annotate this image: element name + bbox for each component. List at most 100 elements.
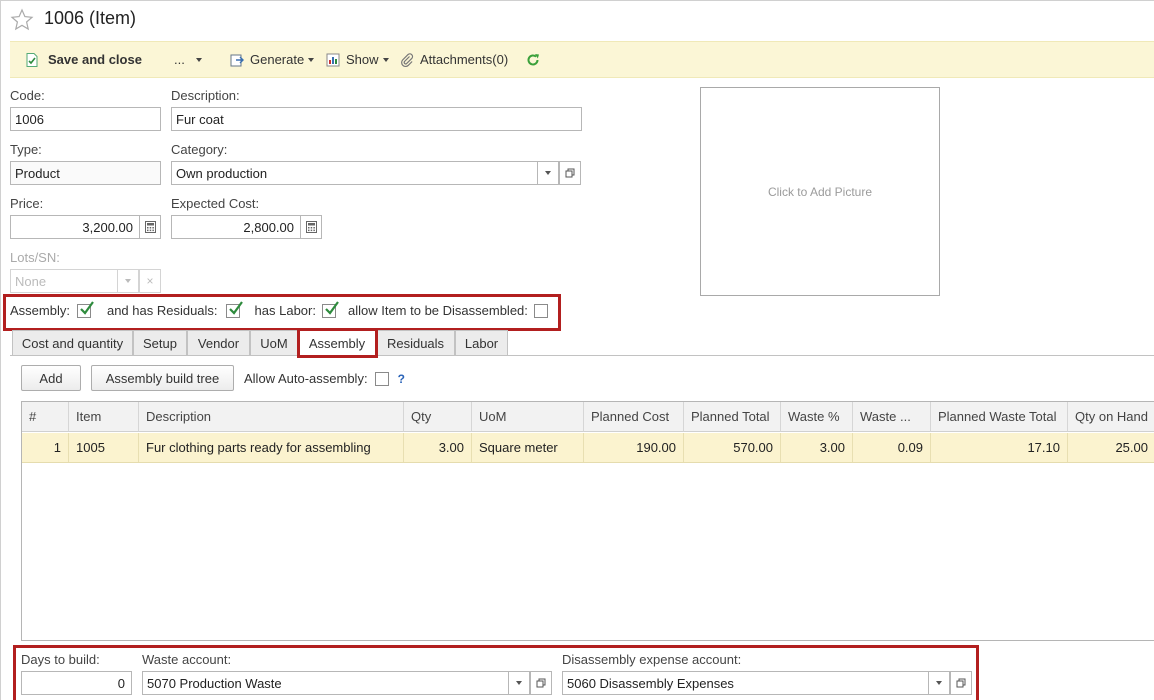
- category-open-button[interactable]: [559, 161, 581, 185]
- table-cell[interactable]: 25.00: [1068, 433, 1154, 462]
- close-icon: ×: [146, 274, 154, 288]
- tab-label: Cost and quantity: [21, 336, 124, 351]
- favorite-star-icon[interactable]: [10, 8, 34, 32]
- report-chart-icon: [326, 53, 340, 66]
- table-cell[interactable]: 1005: [69, 433, 139, 462]
- table-cell[interactable]: Fur clothing parts ready for assembling: [139, 433, 404, 462]
- tab-uom[interactable]: UoM: [250, 330, 298, 356]
- type-field[interactable]: Product: [10, 161, 161, 185]
- attachments-button[interactable]: Attachments(0): [399, 42, 508, 77]
- days-to-build-label: Days to build:: [21, 652, 100, 667]
- auto-assembly-row: Allow Auto-assembly: ?: [244, 371, 405, 386]
- picture-placeholder: Click to Add Picture: [767, 184, 873, 199]
- waste-account-dropdown-button[interactable]: [508, 671, 530, 695]
- column-header[interactable]: Planned Waste Total: [931, 402, 1068, 432]
- column-header[interactable]: Planned Total: [684, 402, 781, 432]
- price-calculator-button[interactable]: [139, 215, 161, 239]
- description-field[interactable]: Fur coat: [171, 107, 582, 131]
- auto-assembly-checkbox[interactable]: [374, 371, 389, 386]
- assembly-tab-highlight: [297, 328, 378, 358]
- allow-disassemble-label: allow Item to be Disassembled:: [347, 303, 528, 318]
- waste-account-open-button[interactable]: [530, 671, 552, 695]
- refresh-button[interactable]: [525, 42, 546, 77]
- description-label: Description:: [171, 88, 240, 103]
- tab-label: Setup: [143, 336, 177, 351]
- lots-sn-clear-button: ×: [139, 269, 161, 293]
- expected-cost-calculator-button[interactable]: [300, 215, 322, 239]
- tab-label: Residuals: [386, 336, 445, 351]
- column-header[interactable]: Planned Cost: [584, 402, 684, 432]
- disassembly-account-dropdown-button[interactable]: [928, 671, 950, 695]
- tab-labor[interactable]: Labor: [455, 330, 508, 356]
- attachments-label: Attachments(0): [420, 52, 509, 67]
- code-label: Code:: [10, 88, 45, 103]
- disassembly-account-field[interactable]: 5060 Disassembly Expenses: [562, 671, 929, 695]
- assembly-label: Assembly:: [10, 303, 70, 318]
- column-header[interactable]: Description: [139, 402, 404, 432]
- table-cell[interactable]: 0.09: [853, 433, 931, 462]
- has-residuals-checkbox[interactable]: [225, 300, 243, 318]
- flags-row: Assembly: and has Residuals: has Labor: …: [10, 300, 548, 318]
- chevron-down-icon: [545, 171, 551, 175]
- help-icon[interactable]: ?: [398, 372, 405, 386]
- expected-cost-field[interactable]: 2,800.00: [171, 215, 301, 239]
- add-button[interactable]: Add: [21, 365, 81, 391]
- column-header[interactable]: Waste ...: [853, 402, 931, 432]
- chevron-down-icon: [125, 279, 131, 283]
- waste-account-field[interactable]: 5070 Production Waste: [142, 671, 509, 695]
- table-cell[interactable]: 1: [22, 433, 69, 462]
- tab-vendor[interactable]: Vendor: [187, 330, 250, 356]
- tab-setup[interactable]: Setup: [133, 330, 187, 356]
- more-actions-button[interactable]: ...: [174, 42, 202, 77]
- code-field[interactable]: 1006: [10, 107, 161, 131]
- category-label: Category:: [171, 142, 228, 157]
- has-labor-label: has Labor:: [254, 303, 316, 318]
- allow-disassemble-checkbox[interactable]: [533, 303, 548, 318]
- chevron-down-icon: [308, 57, 315, 62]
- column-header[interactable]: Qty on Hand: [1068, 402, 1154, 432]
- chevron-down-icon: [195, 57, 202, 62]
- table-cell[interactable]: 3.00: [781, 433, 853, 462]
- waste-account-label: Waste account:: [142, 652, 232, 667]
- table-cell[interactable]: 3.00: [404, 433, 472, 462]
- row-divider: [22, 462, 1154, 463]
- category-field[interactable]: Own production: [171, 161, 538, 185]
- chevron-down-icon: [382, 57, 389, 62]
- toolbar: Save and close ... Generate Show Attachm…: [10, 41, 1154, 78]
- save-doc-icon: [26, 52, 38, 67]
- tab-cost-and-quantity[interactable]: Cost and quantity: [12, 330, 133, 356]
- column-header[interactable]: Item: [69, 402, 139, 432]
- table-cell[interactable]: Square meter: [472, 433, 584, 462]
- table-cell[interactable]: 190.00: [584, 433, 684, 462]
- refresh-icon: [527, 53, 539, 65]
- item-picture[interactable]: Click to Add Picture: [700, 87, 940, 296]
- table-cell[interactable]: 17.10: [931, 433, 1068, 462]
- open-window-icon: [956, 678, 966, 688]
- more-label: ...: [174, 52, 185, 67]
- tab-label: Vendor: [197, 336, 240, 351]
- window-title: 1006 (Item): [44, 8, 137, 28]
- show-button[interactable]: Show: [325, 42, 389, 77]
- tab-label: UoM: [260, 336, 288, 351]
- disassembly-account-open-button[interactable]: [950, 671, 972, 695]
- calculator-icon: [144, 221, 156, 233]
- table-cell[interactable]: 570.00: [684, 433, 781, 462]
- price-field[interactable]: 3,200.00: [10, 215, 140, 239]
- assembly-build-tree-button[interactable]: Assembly build tree: [91, 365, 234, 391]
- column-header[interactable]: UoM: [472, 402, 584, 432]
- column-header[interactable]: Waste %: [781, 402, 853, 432]
- save-and-close-label: Save and close: [48, 52, 142, 67]
- has-labor-checkbox[interactable]: [321, 300, 339, 318]
- column-header[interactable]: #: [22, 402, 69, 432]
- column-header[interactable]: Qty: [404, 402, 472, 432]
- save-and-close-button[interactable]: Save and close: [24, 42, 142, 77]
- type-label: Type:: [10, 142, 42, 157]
- generate-button[interactable]: Generate: [229, 42, 315, 77]
- category-dropdown-button[interactable]: [537, 161, 559, 185]
- check-icon: [228, 300, 243, 315]
- chevron-down-icon: [936, 681, 942, 685]
- assembly-checkbox[interactable]: [76, 300, 94, 318]
- tab-residuals[interactable]: Residuals: [376, 330, 455, 356]
- days-to-build-field[interactable]: 0: [21, 671, 132, 695]
- paperclip-icon: [401, 52, 414, 67]
